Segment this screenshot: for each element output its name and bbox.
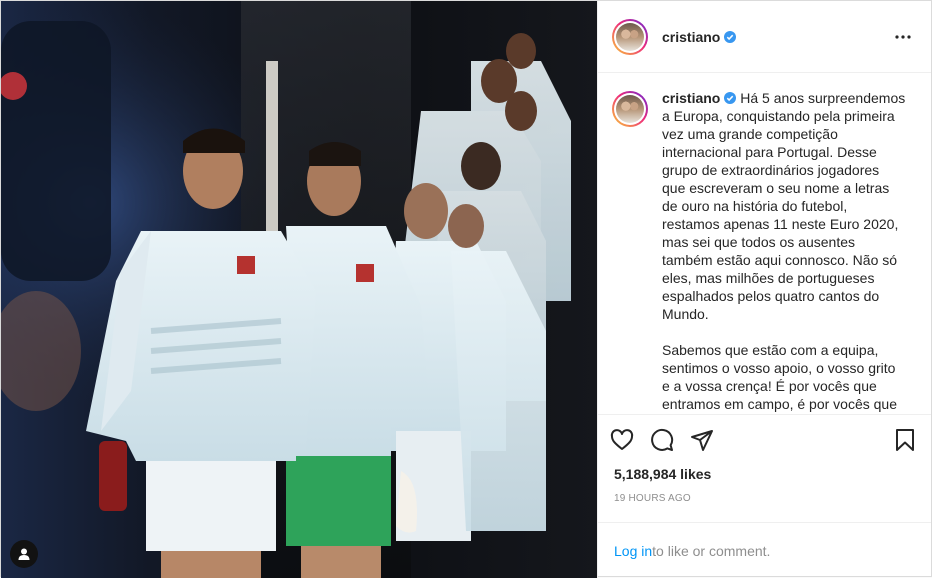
caption-text: cristiano Há 5 anos surpreendemos a Euro… [662, 89, 906, 414]
verified-badge-icon [724, 92, 737, 104]
caption-avatar[interactable] [612, 91, 648, 127]
post-photo[interactable] [1, 1, 597, 578]
caption-body: Há 5 anos surpreendemos a Europa, conqui… [662, 90, 906, 412]
comment-icon [651, 428, 674, 451]
instagram-post: cristiano cristiano Há 5 anos surpreende… [0, 0, 932, 578]
post-header: cristiano [598, 1, 931, 73]
verified-badge-icon [724, 30, 737, 43]
post-timestamp[interactable]: 19 hours ago [598, 493, 931, 507]
username-text: cristiano [662, 28, 721, 45]
like-button[interactable] [610, 420, 650, 460]
post-footer: 5,188,984 likes 19 hours ago Log in to l… [598, 414, 931, 578]
username-link[interactable]: cristiano [662, 28, 737, 45]
heart-icon [610, 429, 634, 450]
post-photo-image [1, 1, 597, 578]
comment-button[interactable] [650, 420, 690, 460]
login-link[interactable]: Log in [614, 543, 652, 559]
more-options-button[interactable] [891, 25, 915, 49]
login-prompt-text: to like or comment. [652, 542, 771, 559]
avatar[interactable] [612, 18, 648, 55]
user-tag-icon [18, 548, 30, 560]
post-side-panel: cristiano cristiano Há 5 anos surpreende… [597, 1, 931, 578]
bookmark-icon [896, 429, 914, 451]
comments-section[interactable]: cristiano Há 5 anos surpreendemos a Euro… [598, 73, 931, 414]
action-bar [598, 415, 931, 465]
share-icon [691, 430, 713, 451]
share-button[interactable] [690, 420, 730, 460]
likes-count[interactable]: 5,188,984 likes [598, 465, 931, 483]
caption: cristiano Há 5 anos surpreendemos a Euro… [612, 89, 915, 414]
login-prompt: Log in to like or comment. [598, 522, 931, 578]
caption-username[interactable]: cristiano [662, 90, 720, 106]
more-options-icon [895, 34, 911, 39]
save-button[interactable] [889, 420, 917, 460]
user-tag-button[interactable] [10, 540, 38, 568]
